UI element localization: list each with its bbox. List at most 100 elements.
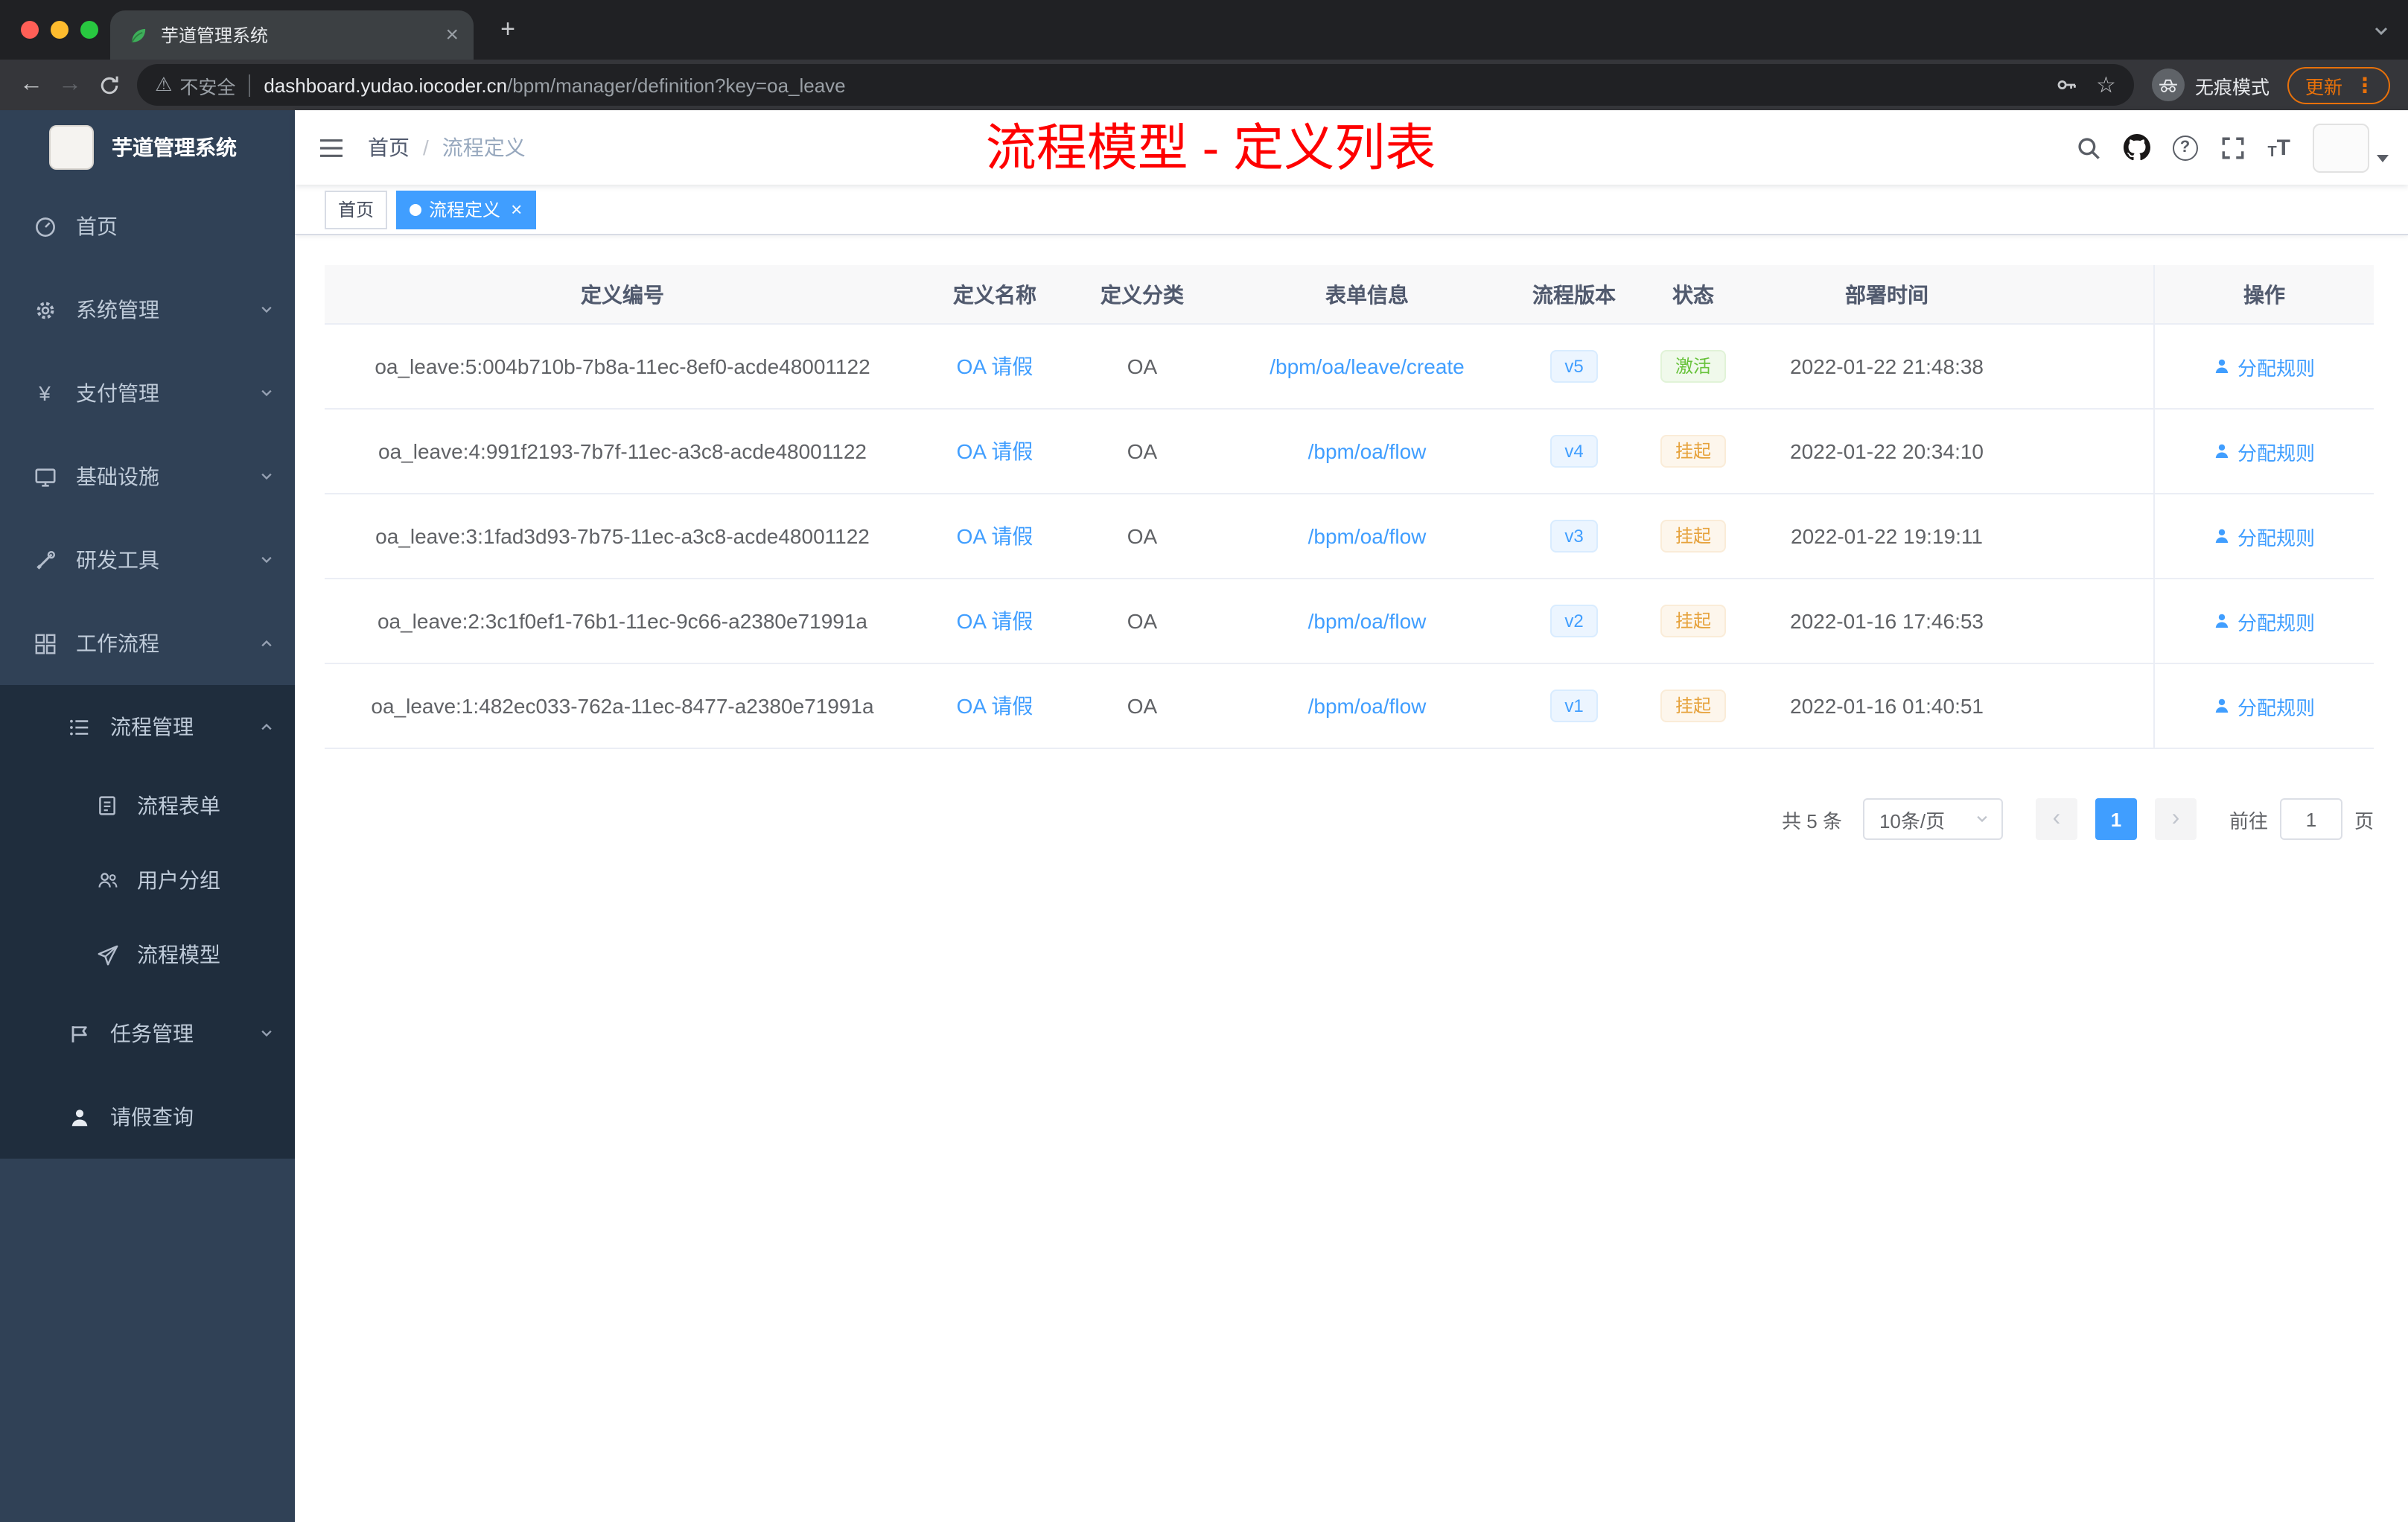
sidebar-item-system[interactable]: 系统管理 — [0, 268, 295, 351]
tag-home[interactable]: 首页 — [325, 190, 388, 229]
window-minimize-button[interactable] — [51, 21, 69, 39]
tag-process-definition[interactable]: 流程定义 × — [396, 190, 536, 229]
goto-page-input[interactable] — [2279, 798, 2342, 840]
definition-name-link[interactable]: OA 请假 — [957, 521, 1033, 551]
sidebar-item-label: 流程管理 — [110, 715, 194, 739]
deploy-time: 2022-01-22 20:34:10 — [1790, 439, 1984, 463]
definition-name-link[interactable]: OA 请假 — [957, 351, 1033, 381]
password-key-icon[interactable] — [2054, 73, 2078, 97]
chevron-up-icon — [259, 636, 274, 651]
sidebar-item-label: 流程模型 — [137, 943, 220, 967]
tag-label: 流程定义 — [429, 200, 501, 220]
sidebar-item-process-model[interactable]: 流程模型 — [0, 917, 295, 992]
definition-name-link[interactable]: OA 请假 — [957, 691, 1033, 721]
tags-view-bar: 首页 流程定义 × — [295, 185, 2408, 235]
form-link[interactable]: /bpm/oa/leave/create — [1270, 354, 1465, 378]
sidebar-item-home[interactable]: 首页 — [0, 185, 295, 268]
definition-name-link[interactable]: OA 请假 — [957, 436, 1033, 466]
assign-rule-button[interactable]: 分配规则 — [2214, 437, 2315, 465]
definition-category: OA — [1127, 354, 1158, 378]
page-url[interactable]: dashboard.yudao.iocoder.cn/bpm/manager/d… — [264, 74, 845, 96]
breadcrumb-home-link[interactable]: 首页 — [368, 133, 410, 162]
assign-rule-button[interactable]: 分配规则 — [2214, 692, 2315, 720]
version-tag: v3 — [1549, 520, 1599, 553]
tab-search-chevron-icon[interactable] — [2372, 22, 2390, 40]
sidebar-item-leave-query[interactable]: 请假查询 — [0, 1075, 295, 1159]
help-icon[interactable]: ? — [2172, 135, 2198, 160]
definition-name-link[interactable]: OA 请假 — [957, 606, 1033, 636]
form-link[interactable]: /bpm/oa/flow — [1308, 439, 1427, 463]
back-button[interactable]: ← — [12, 66, 51, 104]
definition-id: oa_leave:2:3c1f0ef1-76b1-11ec-9c66-a2380… — [377, 609, 867, 633]
forward-button[interactable]: → — [51, 66, 89, 104]
status-badge: 挂起 — [1660, 520, 1726, 553]
deploy-time: 2022-01-22 21:48:38 — [1790, 354, 1984, 378]
form-link[interactable]: /bpm/oa/flow — [1308, 524, 1427, 548]
workflow-icon — [33, 632, 57, 655]
next-page-button[interactable]: › — [2154, 798, 2197, 840]
browser-tab[interactable]: 芋道管理系统 × — [110, 10, 474, 60]
browser-menu-icon[interactable]: ⋮ — [2354, 72, 2375, 98]
chevron-up-icon — [259, 719, 274, 734]
avatar[interactable] — [2313, 123, 2369, 172]
address-bar[interactable]: ⚠ 不安全 dashboard.yudao.iocoder.cn/bpm/man… — [137, 64, 2134, 106]
avatar-caret-icon — [2377, 154, 2389, 162]
security-label[interactable]: 不安全 — [179, 71, 235, 99]
document-form-icon — [95, 795, 119, 816]
col-header: 部署时间 — [1845, 282, 1928, 306]
browser-window: 芋道管理系统 × + ← → ⚠ 不安全 dashboard.yudao.ioc… — [0, 0, 2408, 1522]
browser-update-button[interactable]: 更新 ⋮ — [2287, 66, 2390, 104]
table-row: oa_leave:1:482ec033-762a-11ec-8477-a2380… — [325, 664, 2374, 749]
url-domain: dashboard.yudao.iocoder.cn — [264, 74, 508, 96]
window-close-button[interactable] — [21, 21, 39, 39]
window-zoom-button[interactable] — [80, 21, 98, 39]
tab-close-icon[interactable]: × — [445, 24, 459, 46]
form-link[interactable]: /bpm/oa/flow — [1308, 694, 1427, 718]
page-size-select[interactable]: 10条/页 — [1862, 798, 2003, 840]
sidebar-item-label: 系统管理 — [76, 298, 159, 322]
col-header: 流程版本 — [1532, 282, 1616, 306]
tag-close-icon[interactable]: × — [511, 200, 522, 219]
definition-category: OA — [1127, 609, 1158, 633]
sidebar-toggle-button[interactable] — [295, 110, 368, 185]
font-size-icon[interactable]: TT — [2267, 135, 2290, 160]
definition-id: oa_leave:5:004b710b-7b8a-11ec-8ef0-acde4… — [375, 354, 870, 378]
sidebar-item-payment[interactable]: ¥ 支付管理 — [0, 351, 295, 435]
sidebar-item-label: 用户分组 — [137, 868, 220, 892]
page-unit-label: 页 — [2354, 809, 2374, 832]
form-link[interactable]: /bpm/oa/flow — [1308, 609, 1427, 633]
page-number-button[interactable]: 1 — [2095, 798, 2137, 840]
assign-rule-button[interactable]: 分配规则 — [2214, 607, 2315, 635]
send-icon — [95, 943, 119, 966]
breadcrumb-separator: / — [423, 136, 429, 159]
sidebar-item-label: 基础设施 — [76, 465, 159, 488]
navbar-actions: ? TT — [2075, 123, 2408, 172]
sidebar-item-workflow[interactable]: 工作流程 — [0, 602, 295, 685]
sidebar-item-infrastructure[interactable]: 基础设施 — [0, 435, 295, 518]
assign-rule-button[interactable]: 分配规则 — [2214, 352, 2315, 380]
search-icon[interactable] — [2075, 135, 2100, 160]
flag-icon — [67, 1022, 91, 1045]
update-label[interactable]: 更新 — [2305, 71, 2342, 99]
version-tag: v1 — [1549, 690, 1599, 722]
table-row: oa_leave:5:004b710b-7b8a-11ec-8ef0-acde4… — [325, 325, 2374, 410]
new-tab-button[interactable]: + — [491, 13, 524, 46]
definition-id: oa_leave:1:482ec033-762a-11ec-8477-a2380… — [371, 694, 874, 718]
user-avatar-menu[interactable] — [2313, 123, 2389, 172]
github-icon[interactable] — [2123, 134, 2150, 161]
sidebar-item-label: 流程表单 — [137, 794, 220, 818]
fullscreen-icon[interactable] — [2220, 135, 2245, 160]
sidebar-item-process-mgmt[interactable]: 流程管理 — [0, 685, 295, 768]
incognito-icon — [2151, 69, 2185, 101]
assign-rule-button[interactable]: 分配规则 — [2214, 522, 2315, 550]
sidebar-item-process-form[interactable]: 流程表单 — [0, 768, 295, 843]
reload-button[interactable] — [89, 66, 128, 104]
col-header: 表单信息 — [1325, 282, 1409, 306]
bookmark-star-icon[interactable]: ☆ — [2096, 71, 2116, 98]
sidebar-item-task-mgmt[interactable]: 任务管理 — [0, 992, 295, 1075]
prev-page-button[interactable]: ‹ — [2035, 798, 2077, 840]
logo-avatar — [49, 125, 94, 170]
chevron-down-icon — [259, 1026, 274, 1041]
sidebar-item-user-group[interactable]: 用户分组 — [0, 843, 295, 917]
sidebar-item-devtools[interactable]: 研发工具 — [0, 518, 295, 602]
